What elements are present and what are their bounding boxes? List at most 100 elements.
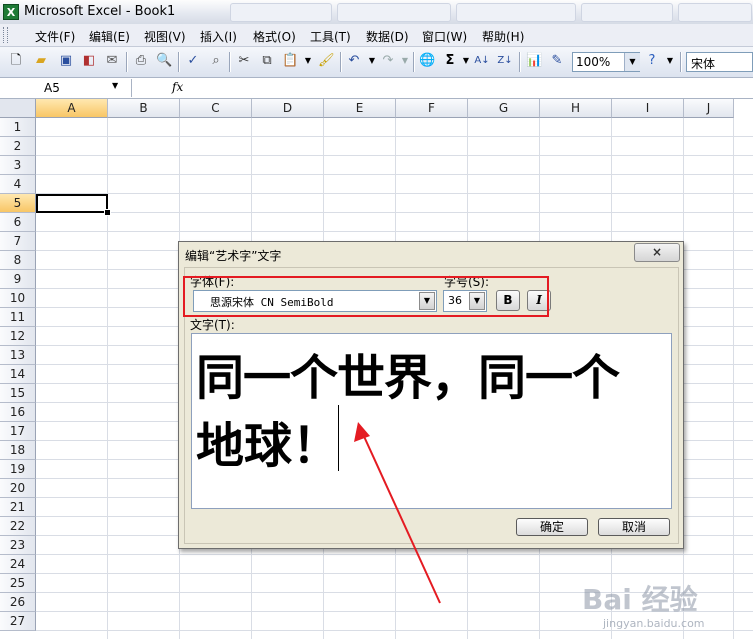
redo-icon[interactable]: ↷: [380, 53, 396, 69]
research-icon[interactable]: ⌕: [208, 53, 224, 69]
column-header-j[interactable]: J: [684, 99, 734, 118]
column-header-i[interactable]: I: [612, 99, 684, 118]
copy-icon[interactable]: ⧉: [259, 53, 275, 69]
help-icon[interactable]: ?: [644, 53, 660, 69]
row-header-3[interactable]: 3: [0, 156, 36, 175]
toolbar-separator: [126, 52, 128, 72]
baidu-watermark-logo: Bai 经验: [582, 583, 698, 616]
excel-app-icon[interactable]: X: [3, 4, 19, 20]
new-file-icon[interactable]: 🗋: [8, 53, 24, 69]
row-header-12[interactable]: 12: [0, 327, 36, 346]
row-header-24[interactable]: 24: [0, 555, 36, 574]
print-icon[interactable]: ⎙: [133, 53, 149, 69]
row-header-19[interactable]: 19: [0, 460, 36, 479]
row-header-25[interactable]: 25: [0, 574, 36, 593]
column-header-e[interactable]: E: [324, 99, 396, 118]
row-gridline: [36, 136, 753, 137]
drawing-icon[interactable]: ✎: [549, 53, 565, 69]
row-gridline: [36, 193, 753, 194]
chart-wizard-icon[interactable]: 📊: [526, 53, 542, 69]
row-header-9[interactable]: 9: [0, 270, 36, 289]
row-header-26[interactable]: 26: [0, 593, 36, 612]
baidu-watermark-url: jingyan.baidu.com: [603, 617, 705, 630]
row-header-4[interactable]: 4: [0, 175, 36, 194]
row-header-17[interactable]: 17: [0, 422, 36, 441]
column-header-g[interactable]: G: [468, 99, 540, 118]
column-header-d[interactable]: D: [252, 99, 324, 118]
font-name-value: 宋体: [691, 57, 716, 71]
row-header-16[interactable]: 16: [0, 403, 36, 422]
name-box-value: A5: [44, 81, 60, 95]
row-header-18[interactable]: 18: [0, 441, 36, 460]
chevron-down-icon[interactable]: ▼: [364, 53, 380, 69]
chevron-down-icon[interactable]: ▼: [662, 53, 678, 69]
chevron-down-icon[interactable]: ▼: [300, 53, 316, 69]
row-header-15[interactable]: 15: [0, 384, 36, 403]
cut-icon[interactable]: ✂: [236, 53, 252, 69]
text-label: 文字(T):: [190, 318, 235, 332]
chevron-down-icon[interactable]: ▼: [112, 81, 118, 90]
spelling-icon[interactable]: ✓: [185, 53, 201, 69]
save-icon[interactable]: ▣: [58, 53, 74, 69]
menu-insert[interactable]: 插入(I): [200, 28, 237, 45]
row-header-23[interactable]: 23: [0, 536, 36, 555]
row-header-14[interactable]: 14: [0, 365, 36, 384]
toolbar-separator: [178, 52, 180, 72]
row-header-20[interactable]: 20: [0, 479, 36, 498]
menu-edit[interactable]: 编辑(E): [89, 28, 130, 45]
menu-help[interactable]: 帮助(H): [482, 28, 524, 45]
row-header-2[interactable]: 2: [0, 137, 36, 156]
undo-icon[interactable]: ↶: [346, 53, 362, 69]
hyperlink-icon[interactable]: 🌐: [419, 53, 435, 69]
row-header-5[interactable]: 5: [0, 194, 36, 213]
toolbar-separator: [519, 52, 521, 72]
menu-view[interactable]: 视图(V): [144, 28, 186, 45]
row-header-21[interactable]: 21: [0, 498, 36, 517]
sort-ascending-icon[interactable]: A↓: [474, 53, 490, 69]
row-header-10[interactable]: 10: [0, 289, 36, 308]
row-gridline: [36, 155, 753, 156]
select-all-corner[interactable]: [0, 99, 36, 118]
autosum-icon[interactable]: Σ: [442, 53, 458, 69]
selected-cell[interactable]: [36, 194, 108, 213]
open-folder-icon[interactable]: ▰: [33, 53, 49, 69]
chevron-down-icon[interactable]: ▼: [397, 53, 413, 69]
print-preview-icon[interactable]: 🔍: [156, 53, 172, 69]
paste-icon[interactable]: 📋: [282, 53, 298, 69]
menu-grip-handle[interactable]: [3, 27, 8, 43]
mail-icon[interactable]: ✉: [104, 53, 120, 69]
row-header-1[interactable]: 1: [0, 118, 36, 137]
chevron-down-icon[interactable]: ▼: [458, 53, 474, 69]
toolbar-separator: [680, 52, 682, 72]
zoom-value: 100%: [576, 55, 611, 69]
row-header-6[interactable]: 6: [0, 213, 36, 232]
text-caret: [338, 405, 339, 471]
column-header-c[interactable]: C: [180, 99, 252, 118]
close-button[interactable]: ×: [634, 243, 680, 262]
format-painter-icon[interactable]: 🖌: [318, 53, 335, 69]
row-header-22[interactable]: 22: [0, 517, 36, 536]
row-header-27[interactable]: 27: [0, 612, 36, 631]
sort-descending-icon[interactable]: Z↓: [497, 53, 513, 69]
menu-file[interactable]: 文件(F): [35, 28, 75, 45]
toolbar-separator: [340, 52, 342, 72]
column-header-a[interactable]: A: [36, 99, 108, 118]
menu-format[interactable]: 格式(O): [253, 28, 296, 45]
column-header-h[interactable]: H: [540, 99, 612, 118]
permission-icon[interactable]: ◧: [81, 53, 97, 69]
row-header-11[interactable]: 11: [0, 308, 36, 327]
fill-handle[interactable]: [104, 209, 111, 216]
ok-button[interactable]: 确定: [516, 518, 588, 536]
menu-tools[interactable]: 工具(T): [310, 28, 351, 45]
standard-toolbar: 🗋 ▰ ▣ ◧ ✉ ⎙ 🔍 ✓ ⌕ ✂ ⧉ 📋 ▼ 🖌 ↶ ▼ ↷ ▼ 🌐 Σ …: [0, 47, 753, 78]
menu-data[interactable]: 数据(D): [366, 28, 409, 45]
column-header-f[interactable]: F: [396, 99, 468, 118]
row-header-7[interactable]: 7: [0, 232, 36, 251]
insert-function-icon[interactable]: fx: [172, 80, 183, 94]
row-header-8[interactable]: 8: [0, 251, 36, 270]
chevron-down-icon[interactable]: ▼: [624, 53, 640, 71]
cancel-button[interactable]: 取消: [598, 518, 670, 536]
column-header-b[interactable]: B: [108, 99, 180, 118]
menu-window[interactable]: 窗口(W): [422, 28, 467, 45]
row-header-13[interactable]: 13: [0, 346, 36, 365]
